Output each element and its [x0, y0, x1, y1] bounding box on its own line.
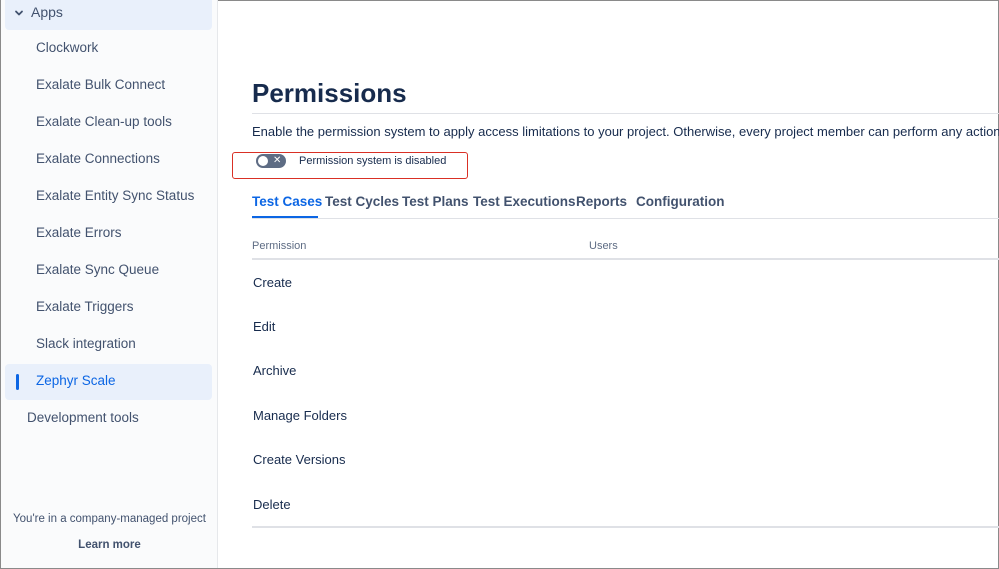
- project-type-note: You're in a company-managed project: [1, 513, 218, 525]
- sidebar-item-development-tools[interactable]: Development tools: [27, 410, 139, 425]
- sidebar-item-exalate-bulk-connect[interactable]: Exalate Bulk Connect: [5, 68, 212, 104]
- sidebar-item-label: Exalate Errors: [36, 225, 122, 240]
- page-title: Permissions: [252, 78, 407, 109]
- sidebar-item-label: Slack integration: [36, 336, 136, 351]
- sidebar-item-exalate-clean-up-tools[interactable]: Exalate Clean-up tools: [5, 105, 212, 141]
- tab-test-plans[interactable]: Test Plans: [402, 194, 469, 209]
- active-indicator: [16, 374, 19, 390]
- table-row-manage-folders: Manage Folders: [253, 408, 347, 423]
- table-row-create: Create: [253, 275, 292, 290]
- table-bottom-divider: [252, 526, 999, 528]
- sidebar-item-label: Zephyr Scale: [36, 373, 116, 388]
- page-description: Enable the permission system to apply ac…: [252, 124, 999, 139]
- sidebar-item-exalate-connections[interactable]: Exalate Connections: [5, 142, 212, 178]
- tab-reports[interactable]: Reports: [576, 194, 627, 209]
- tab-configuration[interactable]: Configuration: [636, 194, 724, 209]
- sidebar-item-label: Exalate Sync Queue: [36, 262, 159, 277]
- tab-test-cycles[interactable]: Test Cycles: [325, 194, 399, 209]
- table-row-archive: Archive: [253, 363, 296, 378]
- table-row-create-versions: Create Versions: [253, 452, 346, 467]
- toggle-knob: [258, 156, 268, 166]
- sidebar-item-exalate-triggers[interactable]: Exalate Triggers: [5, 290, 212, 326]
- sidebar: Apps Clockwork Exalate Bulk Connect Exal…: [1, 0, 218, 568]
- x-icon: ✕: [273, 154, 281, 168]
- table-row-edit: Edit: [253, 319, 275, 334]
- sidebar-item-label: Clockwork: [36, 40, 98, 55]
- sidebar-item-zephyr-scale[interactable]: Zephyr Scale: [5, 364, 212, 400]
- tabs-divider: [252, 218, 999, 219]
- table-row-delete: Delete: [253, 497, 291, 512]
- permission-system-toggle[interactable]: ✕: [256, 154, 286, 168]
- sidebar-item-label: Exalate Connections: [36, 151, 160, 166]
- sidebar-item-slack-integration[interactable]: Slack integration: [5, 327, 212, 363]
- sidebar-item-clockwork[interactable]: Clockwork: [5, 31, 212, 67]
- sidebar-item-label: Exalate Entity Sync Status: [36, 188, 194, 203]
- toggle-label: Permission system is disabled: [299, 155, 446, 167]
- table-header-divider: [252, 258, 999, 260]
- sidebar-item-label: Exalate Clean-up tools: [36, 114, 172, 129]
- tab-test-cases[interactable]: Test Cases: [252, 194, 322, 209]
- sidebar-section-label: Apps: [31, 4, 63, 20]
- column-header-permission: Permission: [252, 240, 306, 252]
- title-divider: [252, 113, 999, 114]
- chevron-down-icon: [13, 7, 25, 19]
- sidebar-item-label: Exalate Bulk Connect: [36, 77, 165, 92]
- column-header-users: Users: [589, 240, 618, 252]
- tab-test-executions[interactable]: Test Executions: [473, 194, 576, 209]
- sidebar-item-label: Exalate Triggers: [36, 299, 134, 314]
- learn-more-link[interactable]: Learn more: [1, 539, 218, 551]
- sidebar-item-exalate-errors[interactable]: Exalate Errors: [5, 216, 212, 252]
- sidebar-item-exalate-sync-queue[interactable]: Exalate Sync Queue: [5, 253, 212, 289]
- sidebar-item-exalate-entity-sync-status[interactable]: Exalate Entity Sync Status: [5, 179, 212, 215]
- sidebar-section-apps[interactable]: Apps: [5, 0, 212, 30]
